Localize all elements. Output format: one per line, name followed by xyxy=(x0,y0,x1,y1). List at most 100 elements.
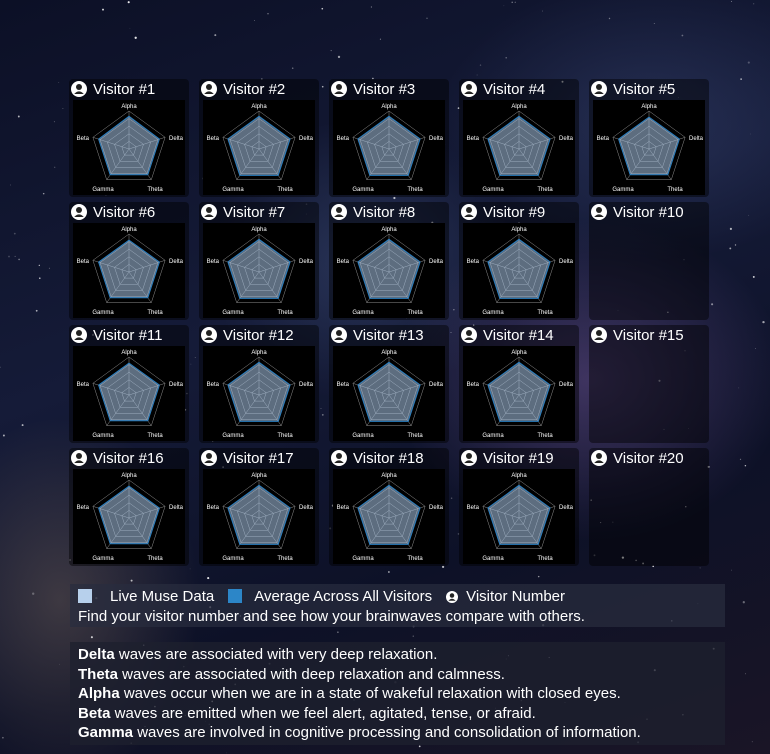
visitor-icon xyxy=(71,327,87,343)
visitor-icon xyxy=(591,81,607,97)
radar-axis-label-delta: Delta xyxy=(169,136,184,142)
visitor-card: Visitor #17 Alpha Delta Theta Gamma Beta xyxy=(199,448,319,566)
star xyxy=(337,631,339,633)
star xyxy=(32,592,35,595)
radar-chart: Alpha Delta Theta Gamma Beta xyxy=(203,469,315,564)
wave-name: Gamma xyxy=(78,724,134,741)
visitor-header: Visitor #11 xyxy=(69,325,189,345)
visitor-card: Visitor #14 Alpha Delta Theta Gamma Beta xyxy=(459,325,579,443)
radar-axis-label-alpha: Alpha xyxy=(251,473,267,479)
live-data-polygon xyxy=(487,361,551,422)
live-data-polygon xyxy=(487,238,551,299)
radar-axis-label-gamma: Gamma xyxy=(92,187,114,193)
visitor-card: Visitor #18 Alpha Delta Theta Gamma Beta xyxy=(329,448,449,566)
radar-axis-label-gamma: Gamma xyxy=(222,187,244,193)
visitor-label: Visitor #2 xyxy=(223,80,286,98)
star xyxy=(742,601,745,604)
star xyxy=(505,56,507,59)
visitor-card: Visitor #4 Alpha Delta Theta Gamma Beta xyxy=(459,79,579,197)
radar-axis-label-gamma: Gamma xyxy=(222,310,244,316)
visitor-header: Visitor #8 xyxy=(329,202,449,222)
visitor-card: Visitor #8 Alpha Delta Theta Gamma Beta xyxy=(329,202,449,320)
visitor-card: Visitor #20 xyxy=(589,448,709,566)
visitor-header: Visitor #19 xyxy=(459,448,579,468)
star xyxy=(711,303,714,306)
star xyxy=(729,227,732,230)
visitor-icon xyxy=(331,81,347,97)
visitor-label: Visitor #11 xyxy=(93,326,163,344)
radar-axis-label-theta: Theta xyxy=(537,310,553,316)
radar-axis-label-theta: Theta xyxy=(277,556,293,562)
visitor-card: Visitor #2 Alpha Delta Theta Gamma Beta xyxy=(199,79,319,197)
visitor-card: Visitor #12 Alpha Delta Theta Gamma Beta xyxy=(199,325,319,443)
star xyxy=(59,663,60,665)
star xyxy=(379,38,381,40)
visitor-icon xyxy=(591,450,607,466)
radar-axis-label-beta: Beta xyxy=(77,382,90,388)
star xyxy=(699,567,701,569)
radar-axis-label-theta: Theta xyxy=(277,187,293,193)
wave-name: Alpha xyxy=(78,685,120,702)
star xyxy=(740,78,742,80)
radar-axis-label-alpha: Alpha xyxy=(381,473,397,479)
radar-axis-label-alpha: Alpha xyxy=(381,350,397,356)
star xyxy=(130,579,133,582)
visitor-card: Visitor #5 Alpha Delta Theta Gamma Beta xyxy=(589,79,709,197)
star xyxy=(503,5,505,7)
star xyxy=(254,20,255,22)
star xyxy=(321,7,324,10)
radar-axis-label-beta: Beta xyxy=(467,382,480,388)
radar-axis-label-delta: Delta xyxy=(559,382,574,388)
star xyxy=(537,575,540,578)
radar-axis-label-delta: Delta xyxy=(299,136,314,142)
star xyxy=(189,568,191,570)
radar-axis-label-gamma: Gamma xyxy=(352,187,374,193)
radar-axis-label-alpha: Alpha xyxy=(251,227,267,233)
radar-axis-label-theta: Theta xyxy=(407,433,423,439)
star xyxy=(753,3,755,5)
wave-text: waves are involved in cognitive processi… xyxy=(133,724,641,741)
visitor-icon xyxy=(591,327,607,343)
radar-chart: Alpha Delta Theta Gamma Beta xyxy=(463,346,575,441)
wave-name: Beta xyxy=(78,704,111,722)
radar-axis-label-alpha: Alpha xyxy=(511,104,527,110)
visitor-header: Visitor #7 xyxy=(199,202,319,222)
wave-text: waves occur when we are in a state of wa… xyxy=(119,685,621,702)
radar-axis-label-gamma: Gamma xyxy=(482,556,504,562)
radar-axis-label-gamma: Gamma xyxy=(482,433,504,439)
star xyxy=(734,244,737,246)
star xyxy=(17,115,20,118)
legend-panel: Live Muse Data Average Across All Visito… xyxy=(70,584,725,627)
visitor-card: Visitor #15 xyxy=(589,325,709,443)
star xyxy=(479,64,482,66)
star xyxy=(388,571,390,573)
visitor-icon xyxy=(461,327,477,343)
visitor-icon xyxy=(201,327,217,343)
visitor-icon xyxy=(591,204,607,220)
radar-axis-label-beta: Beta xyxy=(337,382,350,388)
star xyxy=(514,1,516,3)
visitor-label: Visitor #5 xyxy=(613,80,676,98)
star xyxy=(681,34,684,37)
star xyxy=(62,108,64,109)
radar-axis-label-beta: Beta xyxy=(207,382,220,388)
radar-axis-label-delta: Delta xyxy=(169,259,184,265)
radar-axis-label-beta: Beta xyxy=(467,505,480,511)
wave-description: Delta waves are associated with very dee… xyxy=(78,645,717,665)
star xyxy=(14,255,16,257)
radar-chart: Alpha Delta Theta Gamma Beta xyxy=(333,100,445,195)
radar-axis-label-theta: Theta xyxy=(277,433,293,439)
star xyxy=(393,196,396,200)
radar-axis-label-theta: Theta xyxy=(277,310,293,316)
star xyxy=(214,34,217,37)
radar-axis-label-beta: Beta xyxy=(337,136,350,142)
visitor-label: Visitor #16 xyxy=(93,449,164,467)
visitor-label: Visitor #13 xyxy=(353,326,424,344)
radar-axis-label-gamma: Gamma xyxy=(222,433,244,439)
instruction-text: Find your visitor number and see how you… xyxy=(78,608,585,625)
visitor-label: Visitor #10 xyxy=(613,203,684,221)
radar-axis-label-delta: Delta xyxy=(169,505,184,511)
radar-axis-label-delta: Delta xyxy=(299,505,314,511)
star xyxy=(9,184,11,186)
star xyxy=(39,277,41,279)
